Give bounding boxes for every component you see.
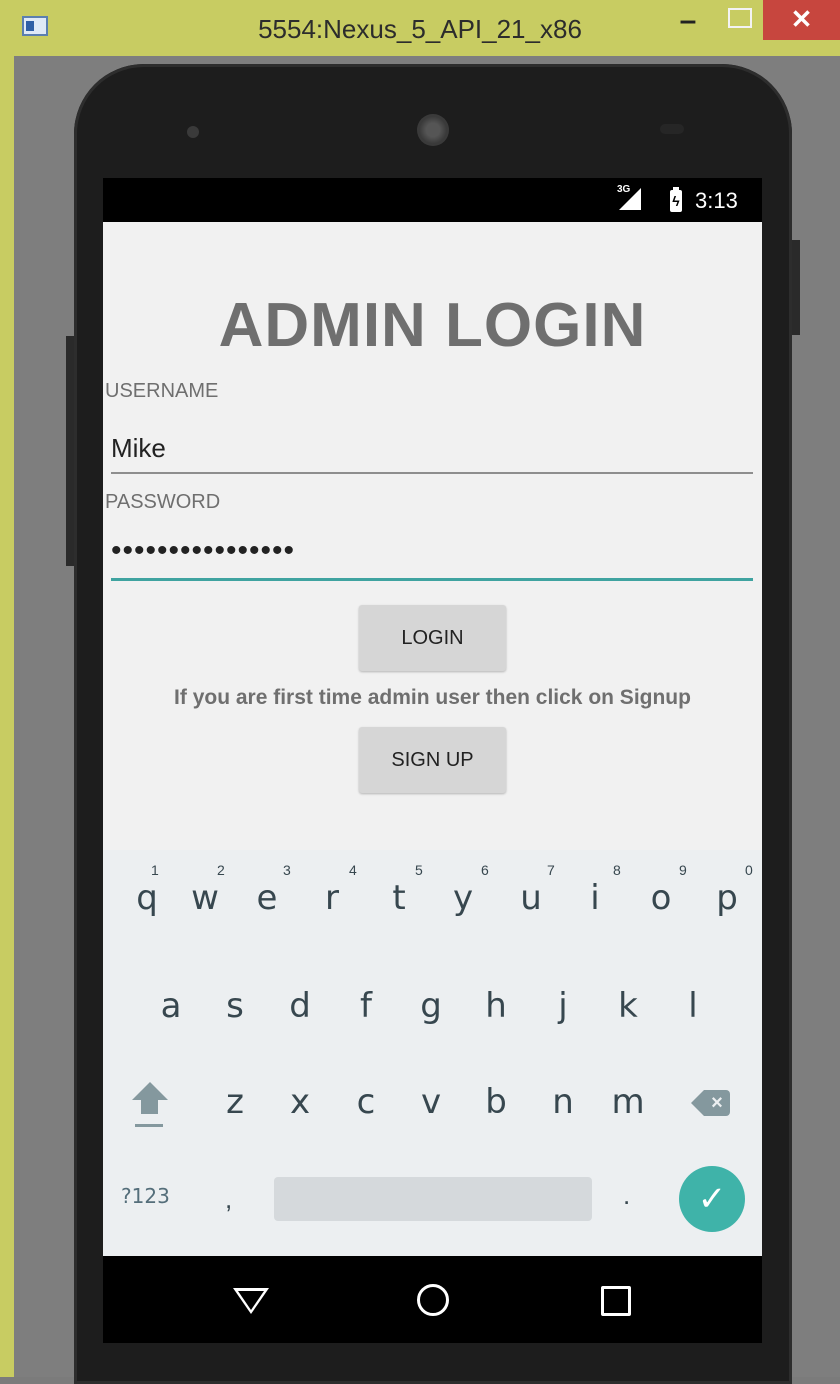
key-b[interactable]: b — [466, 1082, 526, 1122]
key-s[interactable]: s — [205, 986, 265, 1026]
password-label: PASSWORD — [105, 491, 221, 513]
space-bar[interactable] — [274, 1177, 592, 1221]
key-a[interactable]: a — [141, 986, 201, 1026]
close-button[interactable]: ✕ — [763, 0, 840, 40]
enter-check-icon[interactable]: ✓ — [679, 1166, 745, 1232]
window-title: 5554:Nexus_5_API_21_x86 — [258, 14, 582, 44]
login-button[interactable]: LOGIN — [359, 605, 506, 671]
navigation-bar — [103, 1256, 762, 1343]
soft-keyboard: q w e r t y u i o p 1 2 3 4 5 6 7 8 9 0 … — [103, 850, 762, 1256]
key-period[interactable]: . — [623, 1180, 630, 1211]
key-c[interactable]: c — [336, 1082, 396, 1122]
minimize-button[interactable]: – — [668, 4, 708, 44]
key-z[interactable]: z — [205, 1082, 265, 1122]
key-hint-8: 8 — [613, 862, 621, 878]
maximize-button[interactable] — [728, 8, 752, 28]
key-m[interactable]: m — [598, 1082, 658, 1122]
proximity-sensor — [660, 124, 684, 134]
symbols-key[interactable]: ?123 — [121, 1184, 170, 1208]
charging-icon: ϟ — [672, 193, 680, 209]
key-hint-4: 4 — [349, 862, 357, 878]
key-o[interactable]: o — [631, 878, 691, 918]
key-hint-0: 0 — [745, 862, 753, 878]
key-hint-6: 6 — [481, 862, 489, 878]
status-bar: 3G ϟ 3:13 — [103, 178, 762, 222]
window-frame-left — [0, 56, 14, 1377]
key-r[interactable]: r — [302, 878, 362, 918]
shift-icon[interactable] — [129, 1082, 169, 1132]
key-q[interactable]: q — [117, 878, 177, 918]
backspace-icon[interactable]: × — [691, 1090, 730, 1116]
key-g[interactable]: g — [401, 986, 461, 1026]
username-label: USERNAME — [105, 380, 219, 402]
key-k[interactable]: k — [598, 986, 658, 1026]
key-t[interactable]: t — [369, 878, 429, 918]
phone-screen: 3G ϟ 3:13 ADMIN LOGIN USERNAME PASSWORD … — [103, 178, 762, 1343]
recent-apps-icon[interactable] — [601, 1286, 631, 1316]
password-field[interactable]: •••••••••••••••• — [111, 530, 753, 581]
key-d[interactable]: d — [270, 986, 330, 1026]
emulator-title-bar: 5554:Nexus_5_API_21_x86 – ✕ — [0, 0, 840, 56]
key-y[interactable]: y — [433, 878, 493, 918]
key-v[interactable]: v — [401, 1082, 461, 1122]
key-hint-9: 9 — [679, 862, 687, 878]
key-i[interactable]: i — [565, 878, 625, 918]
key-n[interactable]: n — [533, 1082, 593, 1122]
back-icon[interactable] — [233, 1288, 269, 1314]
front-camera — [187, 126, 199, 138]
key-hint-1: 1 — [151, 862, 159, 878]
username-field[interactable] — [111, 424, 753, 474]
signup-hint: If you are first time admin user then cl… — [174, 686, 691, 709]
key-f[interactable]: f — [336, 986, 396, 1026]
phone-side-button-left — [66, 336, 74, 566]
page-title: ADMIN LOGIN — [218, 291, 647, 360]
key-x[interactable]: x — [270, 1082, 330, 1122]
key-p[interactable]: p — [697, 878, 757, 918]
key-j[interactable]: j — [533, 986, 593, 1026]
key-l[interactable]: l — [663, 986, 723, 1026]
key-u[interactable]: u — [501, 878, 561, 918]
key-hint-3: 3 — [283, 862, 291, 878]
home-icon[interactable] — [417, 1284, 449, 1316]
key-h[interactable]: h — [466, 986, 526, 1026]
network-type: 3G — [617, 184, 631, 195]
key-hint-2: 2 — [217, 862, 225, 878]
earpiece-speaker — [417, 114, 449, 146]
key-comma[interactable]: , — [225, 1184, 232, 1215]
status-time: 3:13 — [695, 188, 738, 213]
key-e[interactable]: e — [237, 878, 297, 918]
phone-power-button — [792, 240, 800, 335]
key-hint-5: 5 — [415, 862, 423, 878]
key-hint-7: 7 — [547, 862, 555, 878]
signup-button[interactable]: SIGN UP — [359, 727, 506, 793]
key-w[interactable]: w — [175, 878, 235, 918]
